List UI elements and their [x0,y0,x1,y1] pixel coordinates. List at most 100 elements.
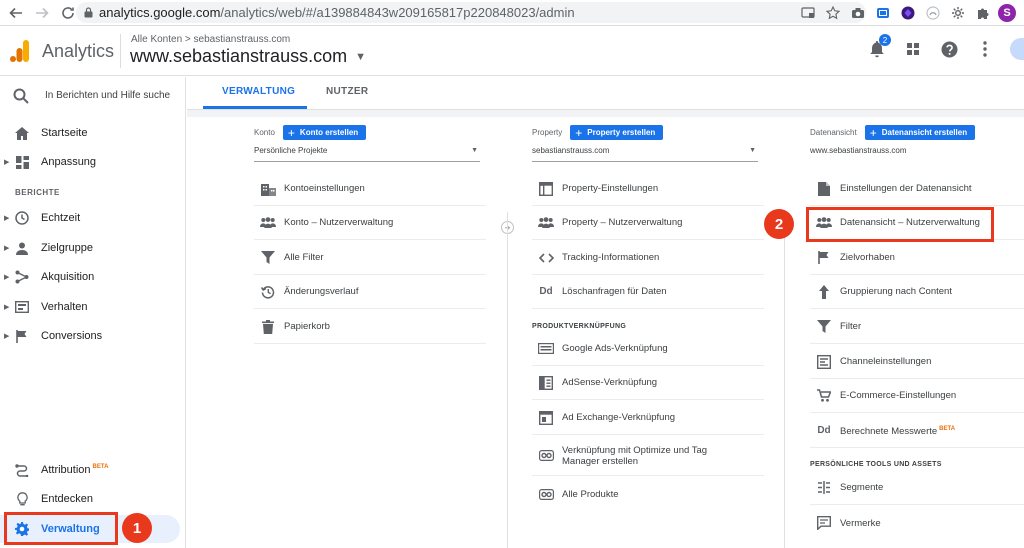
item-label: Änderungsverlauf [284,286,359,297]
notifications-bell-icon[interactable]: 2 [866,34,891,60]
column-property: Property + Property erstellen sebastianst… [532,117,772,548]
view-select[interactable]: www.sebastianstrauss.com [810,146,1024,162]
item-einstellungen-datenansicht[interactable]: Einstellungen der Datenansicht [810,172,1024,206]
sidebar-section-berichte: BERICHTE [15,188,60,197]
item-label: Berechnete Messwerte [840,426,938,438]
sidebar-item-attribution[interactable]: Attribution BETA [0,456,186,484]
sidebar-item-anpassung[interactable]: ▶ Anpassung [0,148,186,176]
channel-icon [816,354,832,370]
column-divider [507,212,508,548]
item-label: Vermerke [840,517,881,529]
property-select-value: sebastianstrauss.com [532,146,610,155]
section-persoenliche-tools: PERSÖNLICHE TOOLS UND ASSETS [810,461,942,468]
plus-icon: + [575,125,583,140]
item-optimize-tagmanager-verknuepfung[interactable]: Verknüpfung mit Optimize und Tag Manager … [532,436,764,476]
column-konto: Konto + Konto erstellen Persönliche Proje… [254,117,494,548]
reload-icon[interactable] [58,3,78,23]
item-berechnete-messwerte[interactable]: Dd Berechnete Messwerte BETA [810,414,1024,448]
item-google-ads-verknuepfung[interactable]: Google Ads-Verknüpfung [532,332,764,366]
beta-badge: BETA [92,464,109,471]
sidebar-item-zielgruppe[interactable]: ▶ Zielgruppe [0,234,186,262]
item-label: Alle Filter [284,252,324,263]
create-property-button[interactable]: + Property erstellen [570,125,664,140]
tab-verwaltung[interactable]: VERWALTUNG [222,86,295,97]
clock-icon [14,210,30,226]
address-bar[interactable]: analytics.google.com/analytics/web/#/a13… [76,2,866,23]
item-tracking-informationen[interactable]: Tracking-Informationen [532,241,764,275]
beta-badge: BETA [939,425,956,432]
link-icon [538,448,554,464]
item-property-einstellungen[interactable]: Property-Einstellungen [532,172,764,206]
create-account-button[interactable]: + Konto erstellen [282,125,367,140]
item-adsense-verknuepfung[interactable]: AdSense-Verknüpfung [532,366,764,400]
item-alle-produkte[interactable]: Alle Produkte [532,477,764,511]
account-select-value: Persönliche Projekte [254,146,328,155]
sidebar-item-conversions[interactable]: ▶ Conversions [0,322,186,350]
item-papierkorb[interactable]: Papierkorb [254,310,486,344]
extension-diamond-icon[interactable] [898,3,918,23]
item-label: Verknüpfung mit Optimize und Tag [562,444,708,456]
item-zielvorhaben[interactable]: Zielvorhaben [810,241,1024,275]
person-icon [14,240,30,256]
sidebar-item-echtzeit[interactable]: ▶ Echtzeit [0,204,186,232]
create-property-label: Property erstellen [587,128,656,137]
item-label: Einstellungen der Datenansicht [840,183,972,194]
sidebar-search[interactable]: In Berichten und Hilfe suche [0,77,186,115]
extension-blue-icon[interactable] [873,3,893,23]
property-select[interactable]: sebastianstrauss.com ▼ [532,146,758,162]
sidebar-item-startseite[interactable]: Startseite [0,119,186,147]
item-kontoeinstellungen[interactable]: Kontoeinstellungen [254,172,486,206]
account-select[interactable]: Persönliche Projekte ▼ [254,146,480,162]
item-filter[interactable]: Filter [810,310,1024,344]
puzzle-extensions-icon[interactable] [973,3,993,23]
active-tab-indicator [203,106,307,109]
item-aenderungsverlauf[interactable]: Änderungsverlauf [254,275,486,309]
star-icon[interactable] [823,3,843,23]
dd-icon: Dd [817,425,831,436]
expand-arrow-icon: ▶ [4,159,10,166]
item-ecommerce-einstellungen[interactable]: E-Commerce-Einstellungen [810,379,1024,413]
search-icon [12,87,30,105]
item-ad-exchange-verknuepfung[interactable]: Ad Exchange-Verknüpfung [532,401,764,435]
help-icon[interactable] [938,38,960,60]
create-view-button[interactable]: + Datenansicht erstellen [864,125,976,140]
apps-grid-icon[interactable] [902,38,924,60]
profile-avatar[interactable]: S [998,4,1016,22]
view-name: www.sebastianstrauss.com [130,46,348,66]
sidebar-item-label: Anpassung [41,156,97,168]
more-vert-icon[interactable] [974,38,996,60]
camera-extension-icon[interactable] [848,3,868,23]
item-konto-nutzerverwaltung[interactable]: Konto – Nutzerverwaltung [254,206,486,240]
sidebar-item-verhalten[interactable]: ▶ Verhalten [0,293,186,321]
sidebar-item-akquisition[interactable]: ▶ Akquisition [0,263,186,291]
forward-arrow-icon[interactable] [32,3,52,23]
sidebar-item-label: Entdecken [41,493,93,505]
item-vermerke[interactable]: Vermerke [810,506,1024,540]
analytics-header: Analytics Alle Konten > sebastianstrauss… [0,26,1024,76]
ads-icon [538,341,554,357]
item-channeleinstellungen[interactable]: Channeleinstellungen [810,345,1024,379]
item-gruppierung-content[interactable]: Gruppierung nach Content [810,275,1024,309]
highlight-box-verwaltung [4,512,118,545]
sidebar-item-entdecken[interactable]: Entdecken [0,485,186,513]
admin-main: VERWALTUNG NUTZER Konto + Konto erstellen… [187,77,1024,548]
account-breadcrumb[interactable]: Alle Konten > sebastianstrauss.com [131,34,290,45]
cast-icon[interactable] [798,3,818,23]
view-selector[interactable]: www.sebastianstrauss.com ▼ [130,46,366,67]
item-segmente[interactable]: Segmente [810,471,1024,505]
item-property-nutzerverwaltung[interactable]: Property – Nutzerverwaltung [532,206,764,240]
extension-outline-icon[interactable] [923,3,943,23]
url-path: /analytics/web/#/a139884843w209165817p22… [220,5,575,20]
gear-extension-icon[interactable] [948,3,968,23]
back-arrow-icon[interactable] [6,3,26,23]
item-loeschanfragen[interactable]: Dd Löschanfragen für Daten [532,275,764,309]
tab-nutzer[interactable]: NUTZER [326,86,368,97]
annotation-badge-2: 2 [764,209,794,239]
admin-tabs: VERWALTUNG NUTZER [187,77,1024,110]
home-icon [14,125,30,141]
document-icon [816,181,832,197]
item-label: Konto – Nutzerverwaltung [284,217,394,228]
item-alle-filter[interactable]: Alle Filter [254,241,486,275]
account-avatar[interactable] [1010,38,1024,60]
sidebar-item-label: Startseite [41,127,88,139]
